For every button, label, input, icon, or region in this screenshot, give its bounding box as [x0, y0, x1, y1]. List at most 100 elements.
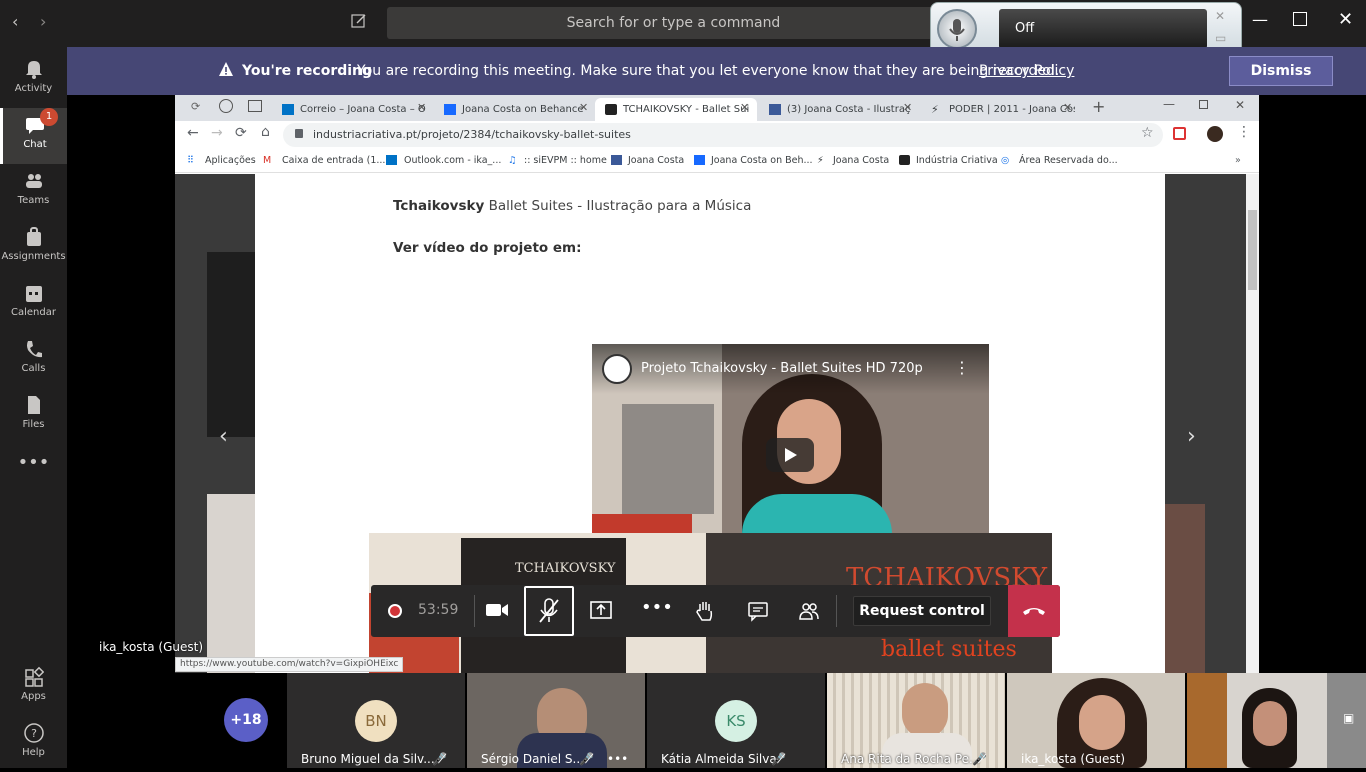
channel-avatar[interactable] [602, 354, 632, 384]
video-menu-icon[interactable]: ⋮ [954, 358, 970, 377]
rail-teams[interactable]: Teams [0, 164, 67, 220]
participant-name: Ana Rita da Rocha Pe... [841, 752, 981, 766]
privacy-policy-link[interactable]: Privacy Policy [979, 63, 1074, 79]
rail-calendar[interactable]: Calendar [0, 276, 67, 332]
menu-icon[interactable]: ⋮ [1237, 124, 1251, 140]
rail-chat[interactable]: 1 Chat [0, 108, 67, 164]
rail-files[interactable]: Files [0, 388, 67, 444]
participant-tile[interactable]: BN Bruno Miguel da Silv... 🎤̸ [287, 673, 465, 768]
apps-grid-icon[interactable]: ⠿ [187, 155, 194, 166]
bookmark[interactable]: Indústria Criativa [916, 155, 998, 166]
hang-up-button[interactable] [1008, 585, 1060, 637]
participant-tile[interactable]: Sérgio Daniel S... 🎤̸ ••• [467, 673, 645, 768]
back-icon[interactable]: ‹ [12, 12, 18, 31]
teams-icon [25, 174, 42, 188]
reload-icon[interactable]: ⟳ [235, 125, 247, 141]
bookmark[interactable]: Joana Costa on Beh... [711, 155, 813, 166]
bookmark[interactable]: Aplicações [205, 155, 256, 166]
participant-tile[interactable]: Ana Rita da Rocha Pe... 🎤̸ [827, 673, 1005, 768]
forward-icon[interactable]: › [40, 12, 46, 31]
bookmark[interactable]: Joana Costa [833, 155, 889, 166]
request-control-button[interactable]: Request control [853, 596, 991, 626]
scrollbar[interactable] [1246, 174, 1259, 673]
svg-text:?: ? [31, 727, 37, 740]
bookmark[interactable]: :: siEVPM :: home [524, 155, 607, 166]
minimize-browser-icon[interactable]: — [1163, 97, 1175, 111]
close-icon[interactable]: ✕ [1215, 9, 1225, 23]
rail-apps[interactable]: Apps [0, 660, 67, 716]
browser-tab-active[interactable]: TCHAIKOVSKY - Ballet Sui [595, 98, 757, 121]
bookmark[interactable]: Joana Costa [628, 155, 684, 166]
raise-hand-icon[interactable] [694, 599, 716, 627]
more-bookmarks-icon[interactable]: » [1235, 155, 1241, 166]
reload-icon[interactable]: ⟳ [191, 100, 200, 113]
timer-app-icon[interactable] [219, 99, 233, 113]
outlook-app-icon[interactable] [248, 100, 262, 112]
bookmark[interactable]: Caixa de entrada (1... [282, 155, 385, 166]
overflow-participants-button[interactable]: +18 [224, 698, 268, 742]
restore-window-icon[interactable] [1293, 12, 1307, 26]
close-browser-icon[interactable]: ✕ [1235, 98, 1245, 112]
presenter-label: ika_kosta (Guest) [99, 640, 204, 654]
browser-tab[interactable]: Correio – Joana Costa – O [278, 98, 430, 121]
browser-tab[interactable]: ⚡ PODER | 2011 - Joana Cos [927, 98, 1075, 121]
carousel-next-icon[interactable]: › [1187, 424, 1196, 449]
rail-calls[interactable]: Calls [0, 332, 67, 388]
participant-tile[interactable]: KS Kátia Almeida Silva 🎤̸ [647, 673, 825, 768]
divider [474, 595, 475, 627]
mic-muted-icon: 🎤̸ [579, 752, 594, 766]
extension-icon[interactable] [1173, 127, 1186, 140]
home-icon[interactable]: ⌂ [261, 124, 270, 140]
rail-help[interactable]: ? Help [0, 716, 67, 772]
call-controls: 53:59 ••• Request control [371, 585, 1060, 637]
close-tab-icon[interactable]: ✕ [903, 101, 912, 114]
close-tab-icon[interactable]: ✕ [417, 101, 426, 114]
chat-icon[interactable] [747, 600, 769, 626]
more-options-icon[interactable]: ••• [607, 752, 628, 766]
minimize-icon[interactable]: ▭ [1215, 31, 1226, 45]
lock-icon [295, 129, 303, 138]
carousel-image [207, 494, 255, 673]
bookmark[interactable]: Outlook.com - ika_... [404, 155, 501, 166]
video-title[interactable]: Projeto Tchaikovsky - Ballet Suites HD 7… [641, 361, 923, 376]
browser-tab[interactable]: (3) Joana Costa - Ilustraç [765, 98, 917, 121]
self-video-tile[interactable]: ▣ [1187, 673, 1366, 768]
rail-assignments[interactable]: Assignments [0, 220, 67, 276]
close-tab-icon[interactable]: ✕ [1063, 101, 1072, 114]
camera-icon[interactable] [485, 600, 509, 624]
search-input[interactable]: Search for or type a command [387, 7, 960, 39]
url-field[interactable]: industriacriativa.pt/projeto/2384/tchaik… [283, 123, 1163, 147]
rail-activity[interactable]: Activity [0, 52, 67, 108]
profile-avatar[interactable] [1207, 126, 1223, 142]
mute-button[interactable] [524, 586, 574, 636]
close-tab-icon[interactable]: ✕ [740, 101, 749, 114]
participants-icon[interactable] [798, 600, 820, 626]
camera-icon[interactable]: ▣ [1343, 711, 1354, 725]
close-window-icon[interactable]: ✕ [1338, 9, 1353, 30]
hang-up-icon [1023, 608, 1045, 615]
play-button[interactable] [766, 438, 814, 472]
participant-tile[interactable]: ika_kosta (Guest) [1007, 673, 1185, 768]
carousel-prev-icon[interactable]: ‹ [219, 424, 228, 449]
new-tab-icon[interactable]: + [1092, 97, 1105, 116]
industria-criativa-icon [899, 155, 910, 165]
compose-icon[interactable] [350, 12, 368, 30]
more-actions-icon[interactable]: ••• [641, 597, 673, 618]
browser-tab[interactable]: Joana Costa on Behance [440, 98, 592, 121]
bookmark[interactable]: Área Reservada do... [1019, 155, 1118, 166]
microphone-icon[interactable] [937, 9, 977, 49]
mic-muted-icon: 🎤̸ [771, 752, 786, 766]
restore-browser-icon[interactable] [1199, 100, 1208, 109]
share-screen-icon[interactable] [589, 599, 613, 625]
back-icon[interactable]: ← [187, 125, 199, 141]
close-tab-icon[interactable]: ✕ [579, 101, 588, 114]
more-apps-icon[interactable]: ••• [0, 452, 67, 508]
dismiss-button[interactable]: Dismiss [1229, 56, 1333, 86]
calendar-icon [25, 286, 42, 302]
star-icon[interactable]: ☆ [1141, 125, 1154, 141]
forward-icon[interactable]: → [211, 125, 223, 141]
behance-icon [444, 104, 456, 115]
minimize-window-icon[interactable]: — [1252, 10, 1268, 29]
scrollbar-thumb[interactable] [1248, 210, 1257, 290]
recording-dot-icon [388, 604, 402, 618]
